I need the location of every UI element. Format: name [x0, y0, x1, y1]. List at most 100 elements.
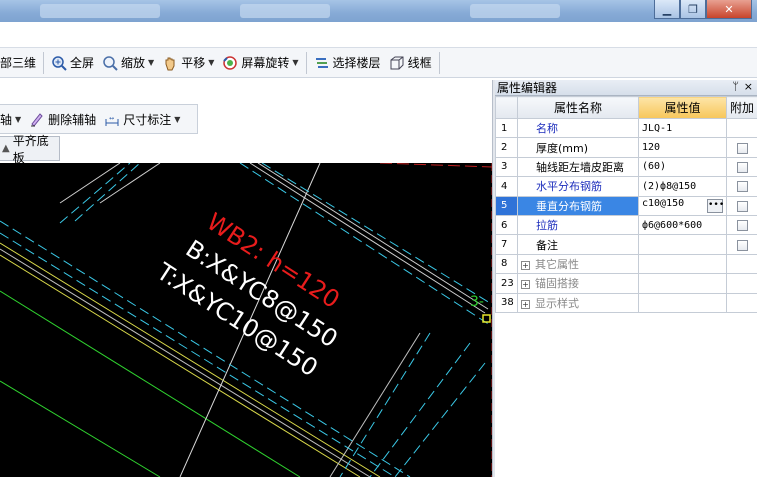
close-button[interactable]: ✕: [706, 0, 752, 19]
dimension-label: 尺寸标注: [123, 112, 172, 127]
property-name-text: 水平分布钢筋: [536, 180, 602, 194]
fullscreen-button[interactable]: 全屏: [47, 51, 98, 75]
property-row[interactable]: 4 水平分布钢筋 (2)ф8@150: [495, 176, 757, 197]
delete-aux-axis-button[interactable]: 删除辅轴: [25, 107, 100, 131]
row-number[interactable]: 1: [495, 117, 518, 139]
property-name[interactable]: 拉筋: [517, 214, 639, 236]
dimension-icon: ↔: [104, 111, 120, 127]
property-value-text: (60): [642, 161, 667, 173]
delete-axis-icon: [29, 111, 45, 127]
row-number[interactable]: 3: [495, 156, 518, 178]
extra-checkbox[interactable]: [736, 181, 748, 193]
chevron-down-icon[interactable]: ▼: [15, 115, 21, 124]
property-name[interactable]: + 显示样式: [517, 292, 639, 313]
minimize-button[interactable]: ▁: [654, 0, 680, 19]
dimension-button[interactable]: ↔ 尺寸标注 ▼: [100, 107, 184, 131]
property-value-text: (2)ф8@150: [642, 180, 697, 192]
row-number[interactable]: 23: [495, 273, 518, 294]
property-row[interactable]: 5 垂直分布钢筋 c10@150 •••: [495, 195, 757, 216]
rotate-screen-icon: [222, 55, 238, 71]
red-dashed-line: [379, 163, 492, 168]
pin-icon[interactable]: ᛘ: [732, 80, 739, 93]
partial-3d-button[interactable]: 局部三维: [0, 51, 40, 75]
property-editor-panel: 属性编辑器 ᛘ × 属性名称 属性值 附加 1 名称 JLQ-1 2 厚度(mm) 120…: [495, 80, 757, 477]
extra-checkbox[interactable]: [736, 161, 748, 173]
zoom-fit-icon: [51, 55, 67, 71]
row-number[interactable]: 4: [495, 176, 518, 197]
property-name[interactable]: 水平分布钢筋: [517, 176, 639, 197]
row-number[interactable]: 2: [495, 137, 518, 158]
wireframe-button[interactable]: 线框: [385, 51, 436, 75]
property-row[interactable]: 2 厚度(mm) 120: [495, 137, 757, 158]
property-row[interactable]: 8 + 其它属性: [495, 253, 757, 275]
property-value[interactable]: [638, 253, 727, 275]
extra-cell[interactable]: [726, 234, 757, 255]
row-number[interactable]: 8: [495, 253, 518, 275]
property-name[interactable]: 名称: [517, 117, 639, 139]
align-bottom-button[interactable]: ▲ 平齐底板: [0, 134, 60, 165]
rotate-screen-label: 屏幕旋转: [241, 56, 290, 70]
extra-cell[interactable]: [726, 156, 757, 178]
drawing-canvas[interactable]: 3- WB2: h=120 B:X&YC8@150 T:X&YC10@150: [0, 163, 492, 477]
extra-checkbox[interactable]: [736, 200, 748, 212]
column-header-extra[interactable]: 附加: [726, 96, 757, 119]
chevron-down-icon[interactable]: ▼: [292, 58, 298, 67]
property-value[interactable]: [638, 234, 727, 255]
column-header-value[interactable]: 属性值: [638, 96, 727, 119]
menu-bar: [0, 22, 757, 48]
extra-cell: [726, 253, 757, 275]
pan-button[interactable]: 平移 ▼: [158, 51, 218, 75]
property-table: 属性名称 属性值 附加 1 名称 JLQ-1 2 厚度(mm) 120 3 轴线距左墙皮距离 (…: [495, 96, 757, 313]
property-row[interactable]: 38 + 显示样式: [495, 292, 757, 313]
rotate-screen-button[interactable]: 屏幕旋转 ▼: [218, 51, 302, 75]
close-icon: ✕: [724, 2, 734, 16]
aux-axis-button[interactable]: 辅轴 ▼: [0, 107, 25, 131]
property-name[interactable]: 轴线距左墙皮距离: [517, 156, 639, 178]
property-value[interactable]: JLQ-1: [638, 117, 727, 139]
extra-cell[interactable]: [726, 214, 757, 236]
property-value[interactable]: 120: [638, 137, 727, 158]
restore-button[interactable]: ❐: [680, 0, 706, 19]
property-row[interactable]: 3 轴线距左墙皮距离 (60): [495, 156, 757, 178]
expand-icon[interactable]: +: [521, 280, 530, 290]
chevron-down-icon[interactable]: ▼: [148, 58, 154, 67]
property-row[interactable]: 6 拉筋 ф6@600*600: [495, 214, 757, 236]
select-floor-button[interactable]: 选择楼层: [310, 51, 385, 75]
close-panel-icon[interactable]: ×: [744, 80, 753, 93]
extra-cell[interactable]: [726, 137, 757, 158]
property-name[interactable]: 备注: [517, 234, 639, 255]
row-number[interactable]: 6: [495, 214, 518, 236]
property-value[interactable]: (2)ф8@150: [638, 176, 727, 197]
property-value[interactable]: c10@150 •••: [638, 195, 727, 216]
chevron-down-icon[interactable]: ▼: [174, 115, 180, 124]
expand-icon[interactable]: +: [521, 260, 530, 270]
chevron-down-icon[interactable]: ▼: [208, 58, 214, 67]
property-name[interactable]: 垂直分布钢筋: [517, 195, 639, 216]
row-number[interactable]: 7: [495, 234, 518, 255]
row-number[interactable]: 38: [495, 292, 518, 313]
toolbar-gap: [0, 78, 494, 104]
zoom-button[interactable]: 缩放 ▼: [98, 51, 158, 75]
extra-cell[interactable]: [726, 176, 757, 197]
property-row[interactable]: 7 备注: [495, 234, 757, 255]
extra-checkbox[interactable]: [736, 239, 748, 251]
property-row[interactable]: 23 + 锚固搭接: [495, 273, 757, 294]
expand-icon[interactable]: +: [521, 299, 530, 309]
property-value[interactable]: ф6@600*600: [638, 214, 727, 236]
property-name[interactable]: + 锚固搭接: [517, 273, 639, 294]
property-row[interactable]: 1 名称 JLQ-1: [495, 117, 757, 139]
property-value[interactable]: [638, 292, 727, 313]
extra-checkbox[interactable]: [736, 220, 748, 232]
property-name[interactable]: 厚度(mm): [517, 137, 639, 158]
property-editor-header: 属性编辑器 ᛘ ×: [495, 80, 757, 96]
column-header-name[interactable]: 属性名称: [517, 96, 639, 119]
extra-cell[interactable]: [726, 195, 757, 216]
select-floor-label: 选择楼层: [332, 56, 381, 70]
wireframe-icon: [389, 55, 405, 71]
row-number[interactable]: 5: [495, 195, 518, 216]
ellipsis-button[interactable]: •••: [707, 199, 724, 214]
property-name[interactable]: + 其它属性: [517, 253, 639, 275]
property-value[interactable]: [638, 273, 727, 294]
extra-checkbox[interactable]: [736, 142, 748, 154]
property-value[interactable]: (60): [638, 156, 727, 178]
